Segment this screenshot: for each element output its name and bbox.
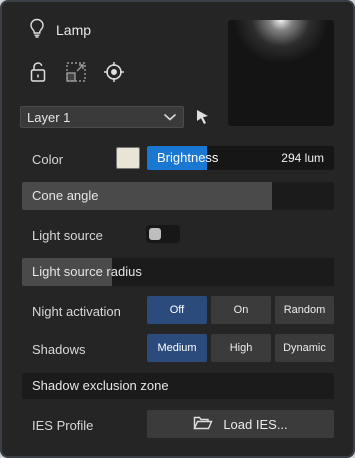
lamp-properties-panel: Lamp Layer 1 Color Brightness 294 lum Co… (0, 0, 355, 458)
light-source-radius-label: Light source radius (32, 264, 142, 279)
color-label: Color (32, 152, 64, 167)
light-preview-image (228, 20, 334, 126)
cone-angle-label: Cone angle (32, 188, 99, 203)
color-swatch[interactable] (116, 147, 140, 169)
lightbulb-icon (28, 18, 46, 43)
light-source-toggle[interactable] (146, 225, 180, 243)
cursor-arrow-icon[interactable] (192, 106, 214, 128)
ies-profile-label: IES Profile (32, 418, 94, 433)
resize-icon[interactable] (64, 60, 88, 84)
brightness-value: 294 lum (281, 151, 324, 165)
target-icon[interactable] (102, 60, 126, 84)
chevron-down-icon (163, 110, 177, 125)
unlock-icon[interactable] (26, 60, 50, 84)
light-source-label: Light source (32, 228, 103, 243)
layer-dropdown[interactable]: Layer 1 (20, 106, 184, 128)
load-ies-label: Load IES... (223, 416, 288, 432)
load-ies-button[interactable]: Load IES... (147, 410, 334, 438)
brightness-slider[interactable]: Brightness 294 lum (147, 146, 334, 170)
layer-dropdown-value: Layer 1 (27, 109, 71, 125)
night-activation-on-button[interactable]: On (211, 296, 271, 324)
night-activation-random-button[interactable]: Random (275, 296, 334, 324)
light-source-radius-slider[interactable]: Light source radius (22, 258, 334, 286)
shadows-high-button[interactable]: High (211, 334, 271, 362)
toggle-knob (149, 228, 161, 240)
shadows-label: Shadows (32, 342, 86, 357)
panel-header: Lamp (28, 18, 91, 42)
folder-open-icon (193, 415, 213, 434)
shadows-medium-button[interactable]: Medium (147, 334, 207, 362)
shadow-exclusion-zone-button[interactable]: Shadow exclusion zone (22, 373, 334, 399)
cone-angle-slider[interactable]: Cone angle (22, 182, 334, 210)
night-activation-off-button[interactable]: Off (147, 296, 207, 324)
night-activation-label: Night activation (32, 304, 121, 319)
brightness-label: Brightness (157, 150, 219, 165)
shadows-dynamic-button[interactable]: Dynamic (275, 334, 334, 362)
icon-toolbar (26, 60, 126, 84)
panel-title: Lamp (56, 22, 92, 38)
